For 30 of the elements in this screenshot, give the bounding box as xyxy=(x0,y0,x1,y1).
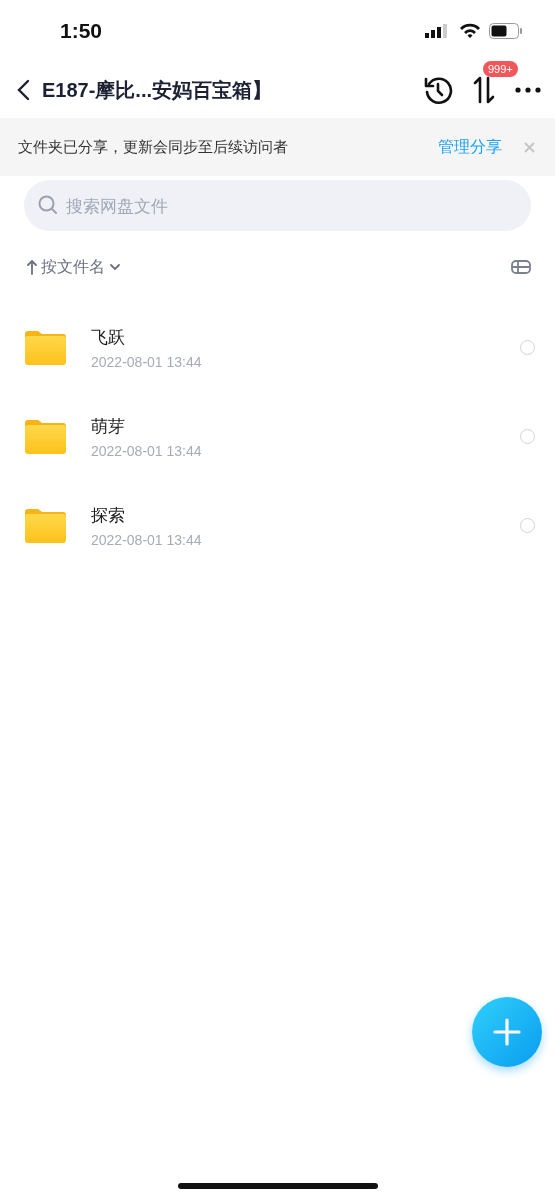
file-row[interactable]: 探索 2022-08-01 13:44 xyxy=(0,481,555,570)
folder-name: 飞跃 xyxy=(91,325,126,349)
arrow-up-icon xyxy=(26,259,38,275)
folder-name: 萌芽 xyxy=(91,414,126,438)
sort-button[interactable]: 按文件名 xyxy=(26,256,122,278)
folder-title: E187-摩比...安妈百宝箱】 xyxy=(42,77,274,103)
modified-date: 2022-08-01 13:44 xyxy=(91,353,203,370)
history-button[interactable] xyxy=(423,75,453,105)
file-row[interactable]: 萌芽 2022-08-01 13:44 xyxy=(0,392,555,481)
transfer-button[interactable] xyxy=(471,75,497,105)
more-button[interactable] xyxy=(515,87,541,93)
chevron-down-icon xyxy=(108,262,122,272)
share-notice: 文件夹已分享，更新会同步至后续访问者 xyxy=(18,137,289,157)
wifi-icon xyxy=(459,23,481,39)
search-icon xyxy=(38,195,58,215)
add-button[interactable] xyxy=(472,997,542,1067)
folder-icon xyxy=(25,419,66,454)
search-field[interactable]: 搜索网盘文件 xyxy=(24,180,531,231)
folder-icon xyxy=(25,330,66,365)
plus-icon xyxy=(493,1018,521,1046)
count-badge: 999+ xyxy=(483,61,518,77)
file-row[interactable]: 飞跃 2022-08-01 13:44 xyxy=(0,303,555,392)
modified-date: 2022-08-01 13:44 xyxy=(91,442,203,459)
folder-icon xyxy=(25,508,66,543)
modified-date: 2022-08-01 13:44 xyxy=(91,531,203,548)
view-toggle-button[interactable] xyxy=(511,259,531,275)
battery-icon xyxy=(489,23,523,39)
status-time: 1:50 xyxy=(60,19,103,43)
back-button[interactable] xyxy=(16,79,30,101)
folder-name: 探索 xyxy=(91,503,126,527)
